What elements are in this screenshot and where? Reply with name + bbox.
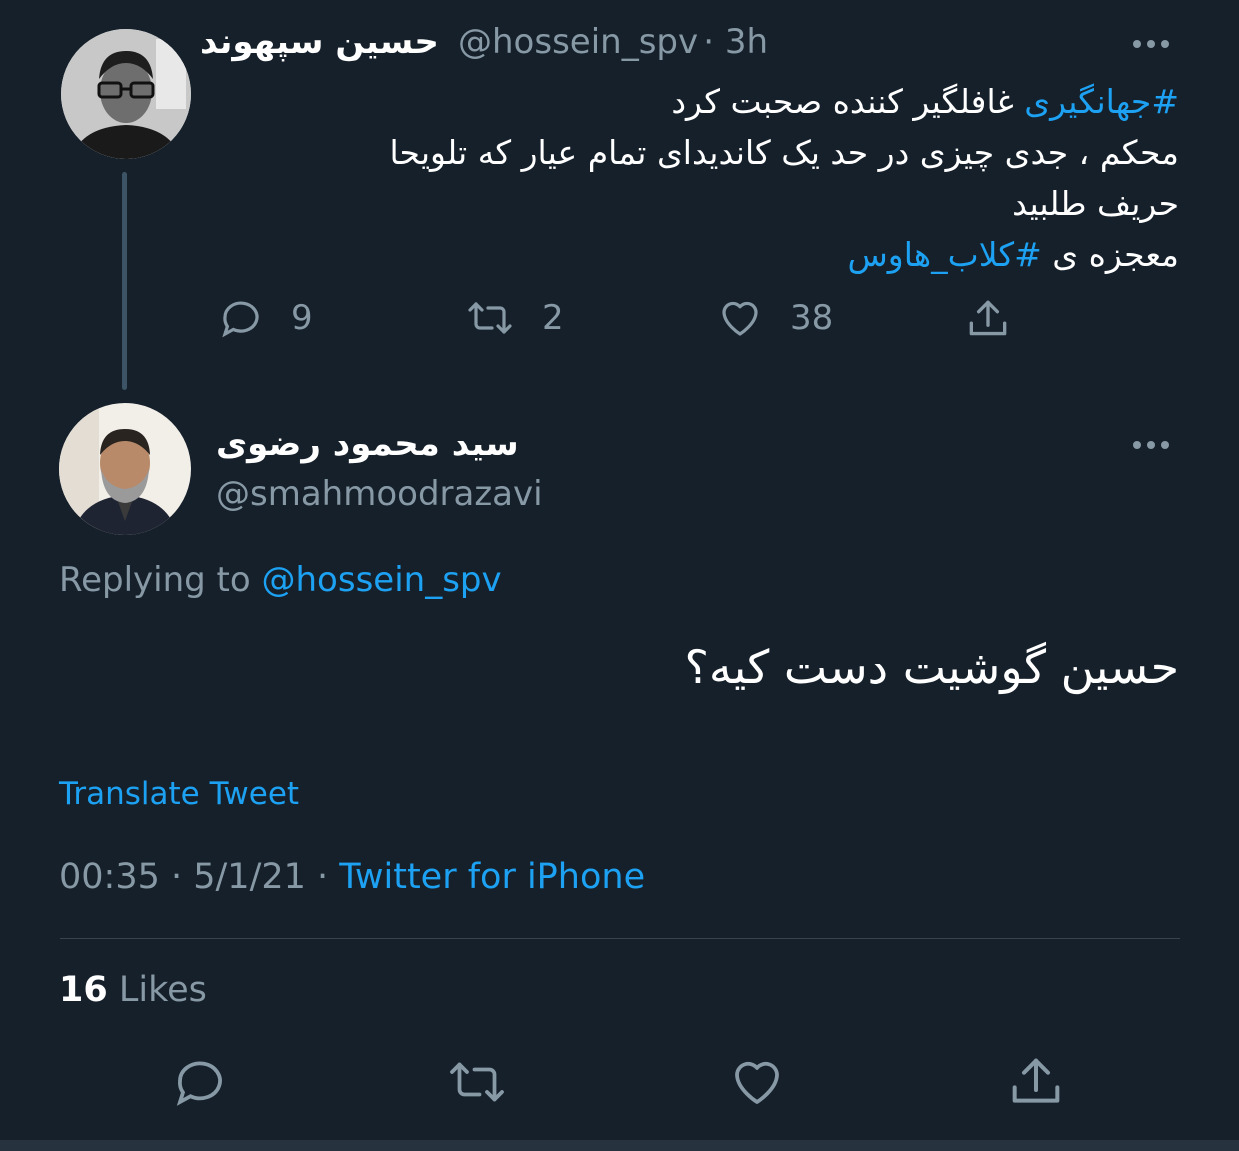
parent-line-1-text: غافلگیر کننده صحبت کرد <box>671 82 1025 121</box>
parent-retweet-count: 2 <box>542 298 564 338</box>
likes-label: Likes <box>107 970 207 1010</box>
share-button[interactable] <box>1004 1050 1068 1114</box>
tweet-meta: 00:35 · 5/1/21 · Twitter for iPhone <box>59 857 645 897</box>
author-avatar[interactable] <box>59 403 191 535</box>
parent-reply-button[interactable]: 9 <box>217 294 313 342</box>
likes-count: 16 <box>59 970 108 1010</box>
more-icon[interactable] <box>1133 40 1169 48</box>
parent-display-name[interactable]: حسین سپهوند <box>200 22 439 62</box>
parent-reply-count: 9 <box>291 298 313 338</box>
retweet-icon <box>450 1062 504 1102</box>
replying-to-handle[interactable]: @hossein_spv <box>262 560 502 600</box>
translate-tweet-link[interactable]: Translate Tweet <box>59 776 299 812</box>
parent-time: · 3h <box>703 22 768 62</box>
retweet-icon <box>468 302 512 334</box>
parent-header: حسین سپهوند @hossein_spv · 3h <box>200 22 800 62</box>
author-display-name[interactable]: سید محمود رضوی <box>216 424 519 464</box>
parent-share-button[interactable] <box>963 294 1013 344</box>
hashtag-link[interactable]: #کلاب_هاوس <box>847 235 1041 274</box>
author-handle[interactable]: @smahmoodrazavi <box>216 474 543 514</box>
parent-line-4: معجزه ی #کلاب_هاوس <box>239 229 1179 280</box>
parent-like-button[interactable]: 38 <box>716 294 833 342</box>
main-tweet-text: حسین گوشیت دست کیه؟ <box>684 640 1179 694</box>
like-icon <box>722 301 758 336</box>
share-icon <box>1012 1058 1060 1103</box>
parent-retweet-button[interactable]: 2 <box>464 294 564 342</box>
reply-icon <box>222 301 259 338</box>
tweet-source-link[interactable]: Twitter for iPhone <box>339 857 645 897</box>
replying-to: Replying to @hossein_spv <box>59 560 502 600</box>
bottom-edge <box>0 1140 1239 1151</box>
parent-line-1: #جهانگیری غافلگیر کننده صحبت کرد <box>239 76 1179 127</box>
tweet-timestamp[interactable]: 00:35 · 5/1/21 · <box>59 857 339 897</box>
parent-line-2: محکم ، جدی چیزی در حد یک کاندیدای تمام ع… <box>389 133 1180 172</box>
parent-line-4-text: معجزه ی <box>1041 235 1179 274</box>
likes-summary[interactable]: 16 Likes <box>59 970 207 1010</box>
like-icon <box>735 1061 779 1104</box>
replying-to-label: Replying to <box>59 560 262 600</box>
thread-connector-line <box>122 172 127 390</box>
reply-button[interactable] <box>170 1052 230 1112</box>
author-display-name-text: سید محمود رضوی <box>216 424 519 464</box>
share-icon <box>969 300 1007 336</box>
parent-tweet-text: #جهانگیری غافلگیر کننده صحبت کرد محکم ، … <box>239 76 1180 280</box>
parent-like-count: 38 <box>790 298 834 338</box>
parent-avatar[interactable] <box>61 29 191 159</box>
divider <box>60 938 1180 939</box>
parent-line-3: حریف طلبید <box>1012 184 1179 223</box>
parent-handle[interactable]: @hossein_spv <box>458 22 698 62</box>
like-button[interactable] <box>727 1052 787 1112</box>
more-icon[interactable] <box>1133 441 1169 449</box>
reply-icon <box>176 1061 222 1106</box>
retweet-button[interactable] <box>444 1052 510 1112</box>
hashtag-link[interactable]: #جهانگیری <box>1024 82 1179 121</box>
